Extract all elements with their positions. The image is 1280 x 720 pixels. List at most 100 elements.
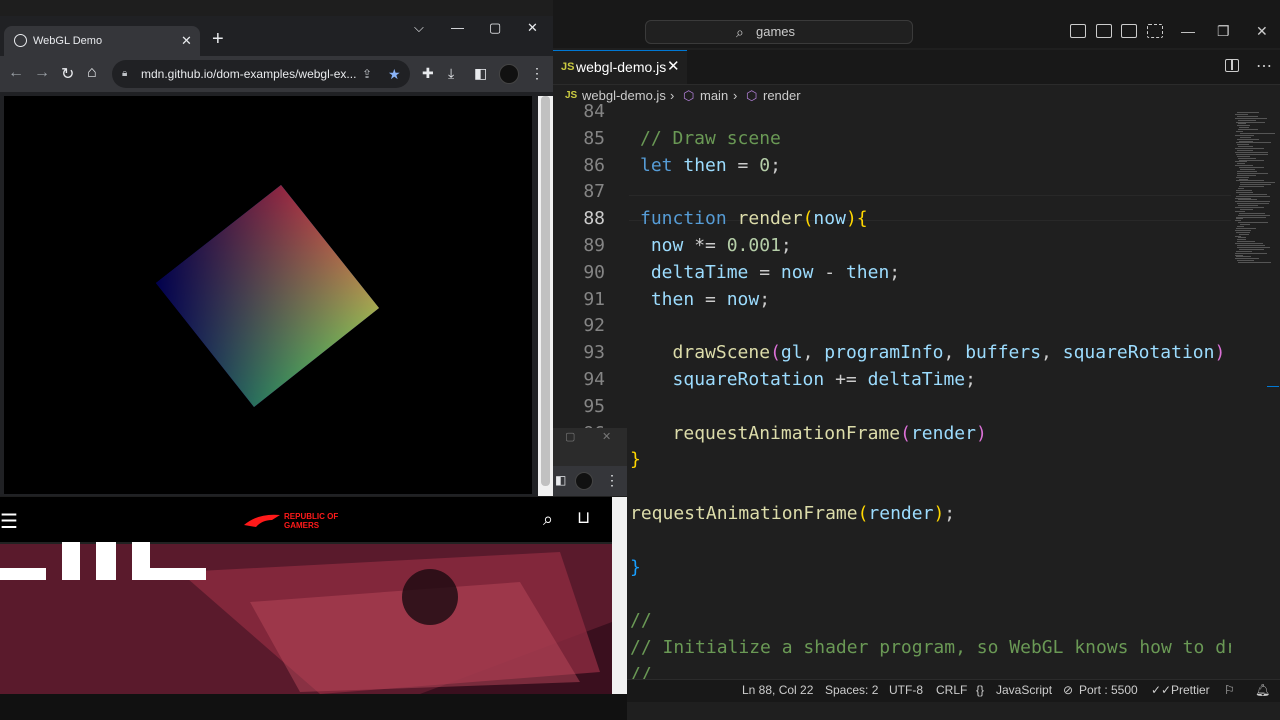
close-icon[interactable]: ✕ [527,20,538,36]
line-number: 86 [583,154,605,176]
close-tab-icon[interactable]: ✕ [181,26,192,56]
search-icon[interactable]: ⌕ [543,509,553,530]
address-bar[interactable]: 🔒︎ mdn.github.io/dom-examples/webgl-ex..… [112,60,410,88]
minimize-icon[interactable]: — [1181,22,1195,40]
code-editor[interactable]: 84 85 // Draw scene 86 let then = 0; 87 88 func… [553,101,1237,685]
code-token: buffers [965,342,1042,364]
restore-icon[interactable]: ❐ [1217,22,1230,40]
code-token: ( [900,422,911,444]
code-token: requestAnimationFrame [672,422,901,444]
back-icon[interactable]: ← [8,64,24,82]
close-icon[interactable]: ✕ [602,430,611,443]
side-panel-icon[interactable]: ◧ [555,473,566,487]
code-token: ( [770,342,781,364]
home-icon[interactable]: ⌂ [87,64,97,82]
scrollbar-thumb[interactable] [541,96,550,486]
toggle-panel-icon[interactable] [1096,24,1112,38]
tab-label: webgl-demo.js [576,59,667,75]
hamburger-menu-icon[interactable]: ☰ [0,509,18,534]
braces-icon: {} [976,683,985,697]
breadcrumb-render[interactable]: render [763,86,801,106]
code-token: programInfo [824,342,944,364]
status-position[interactable]: Ln 88, Col 22 [742,680,813,701]
tab-webgl-demo-js[interactable]: JS webgl-demo.js ✕ [553,50,687,84]
lock-icon: 🔒︎ [122,68,128,79]
code-token: let [640,154,673,176]
forward-icon[interactable]: → [34,64,50,82]
toggle-sidebar-icon[interactable] [1070,24,1086,38]
code-token: ; [759,288,771,310]
code-line: function render(now){ [640,208,868,229]
vscode-titlebar: ⌕ games — ❐ ✕ [553,0,1280,48]
code-token: } [630,449,641,471]
minimap-line [1237,144,1249,146]
minimap-line [1235,201,1270,203]
webgl-canvas[interactable] [4,96,532,494]
code-line: squareRotation += deltaTime; [640,369,976,390]
code-token: , [802,342,825,364]
minimap-line [1235,161,1247,163]
status-language[interactable]: JavaScript [996,680,1052,701]
code-token: // [630,610,652,632]
browser-toolbar: ◧ ⋮ [553,466,627,496]
command-center-search[interactable]: ⌕ games [645,20,913,44]
new-tab-button[interactable]: + [212,28,224,51]
reload-icon[interactable]: ↻ [61,64,74,84]
status-port[interactable]: Port : 5500 [1079,680,1138,701]
line-number: 91 [583,288,605,310]
minimap-line [1236,131,1243,132]
minimap-line [1240,208,1253,210]
webgl-scene [156,185,379,407]
browser-tab[interactable]: WebGL Demo ✕ [4,26,200,56]
scrollbar[interactable] [612,497,627,700]
profile-avatar[interactable] [575,472,593,490]
status-encoding[interactable]: UTF-8 [889,680,923,701]
status-spaces[interactable]: Spaces: 2 [825,680,878,701]
code-token: // Initialize a shader program, so WebGL… [630,637,1237,658]
split-editor-icon[interactable] [1225,59,1239,72]
minimap-line [1235,210,1245,212]
feedback-icon[interactable]: ⚐ [1224,680,1235,701]
download-icon[interactable]: ⤓ [448,65,454,82]
code-token: deltaTime [650,261,749,283]
status-eol[interactable]: CRLF [936,680,967,701]
minimap-line [1235,197,1251,199]
minimap[interactable] [1231,108,1280,678]
tab-title: WebGL Demo [33,35,103,47]
chrome-window: WebGL Demo ✕ + ⌵ — ▢ ✕ ← → ↻ ⌂ 🔒︎ mdn.gi… [0,16,553,496]
minimap-line [1235,165,1253,167]
minimap-line [1237,138,1259,140]
close-icon[interactable]: ✕ [1256,22,1268,40]
extensions-icon[interactable]: ✚ [422,65,434,82]
code-token: ; [780,235,792,256]
breadcrumb-main[interactable]: main [700,86,728,106]
code-token: render [737,208,803,230]
toggle-secondary-sidebar-icon[interactable] [1121,24,1137,38]
minimap-line [1235,252,1267,254]
rog-logo-text[interactable]: REPUBLIC OF GAMERS [284,512,338,530]
customize-layout-icon[interactable] [1147,24,1163,38]
minimap-line [1237,170,1257,172]
notifications-icon[interactable]: 🔔︎ [1255,680,1270,701]
status-formatter[interactable]: Prettier [1171,680,1210,701]
share-icon[interactable]: ⇪ [362,60,372,88]
shopping-bag-icon[interactable]: ⊔ [577,508,590,528]
menu-kebab-icon[interactable]: ⋮ [530,65,544,82]
more-actions-icon[interactable]: ⋯ [1256,56,1272,76]
menu-kebab-icon[interactable]: ⋮ [605,472,619,489]
code-token: ) [1214,342,1226,364]
line-number: 84 [583,101,605,122]
minimap-line [1237,150,1253,151]
side-panel-icon[interactable]: ◧ [474,65,487,82]
chevron-down-icon[interactable]: ⌵ [414,20,424,36]
code-token: = [694,288,727,310]
minimap-line [1240,132,1275,134]
maximize-icon[interactable]: ▢ [489,20,501,36]
maximize-icon[interactable]: ▢ [565,430,575,443]
code-token: render [910,422,976,444]
profile-avatar[interactable] [499,64,519,84]
minimize-icon[interactable]: — [451,20,464,35]
close-tab-icon[interactable]: ✕ [667,51,680,83]
bookmark-star-icon[interactable]: ★ [388,60,401,88]
